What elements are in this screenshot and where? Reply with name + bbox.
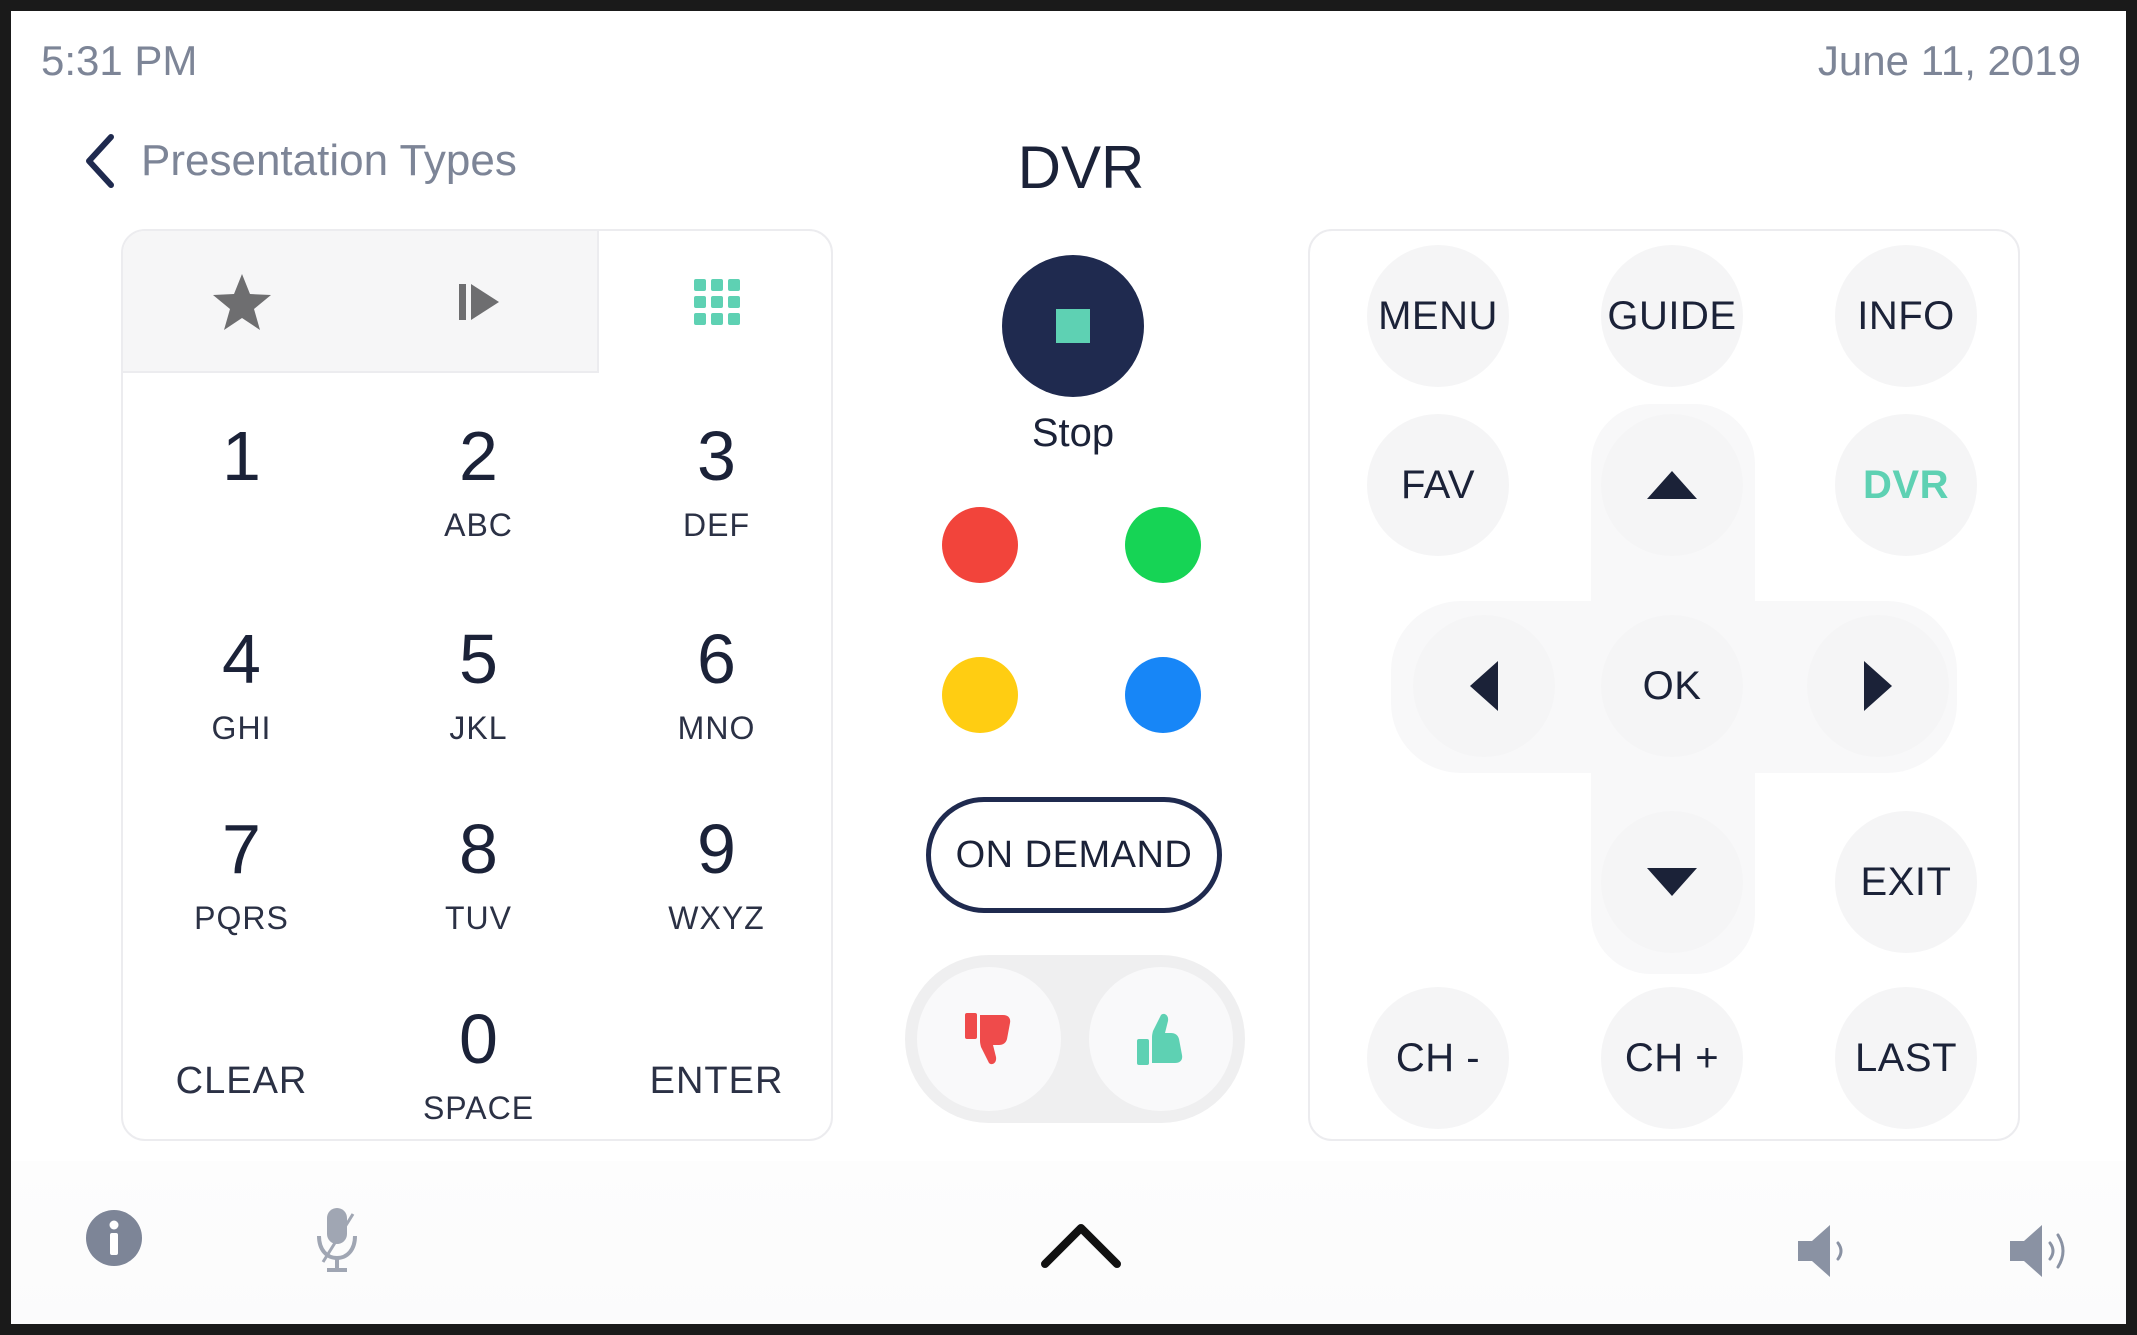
guide-button[interactable]: GUIDE [1601, 245, 1743, 387]
key-0[interactable]: 0 SPACE [360, 974, 597, 1126]
key-letters: SPACE [422, 1090, 535, 1126]
thumbs-down-icon [965, 1013, 1011, 1065]
status-date: June 11, 2019 [1817, 37, 2081, 84]
microphone-mute-button[interactable] [307, 1203, 367, 1277]
key-2[interactable]: 2 ABC [360, 391, 597, 543]
rating-toggle [905, 955, 1245, 1123]
dpad-right-button[interactable] [1807, 615, 1949, 757]
back-button[interactable]: Presentation Types [81, 131, 517, 191]
green-button[interactable] [1125, 507, 1201, 583]
volume-up-icon [2010, 1225, 2065, 1277]
dpad-left-button[interactable] [1413, 615, 1555, 757]
key-8[interactable]: 8 TUV [360, 784, 597, 936]
play-step-icon [458, 284, 499, 320]
arrow-right-icon [1864, 661, 1892, 711]
clear-label: CLEAR [175, 1060, 308, 1102]
expand-panel-button[interactable] [1033, 1217, 1129, 1273]
stop-button[interactable] [1002, 255, 1144, 397]
volume-down-button[interactable] [1791, 1221, 1861, 1281]
key-5[interactable]: 5 JKL [360, 594, 597, 746]
key-letters: MNO [677, 710, 756, 746]
thumbs-up-icon [1137, 1013, 1183, 1065]
key-letters: TUV [445, 900, 512, 936]
key-digit: 5 [459, 620, 498, 698]
key-digit: 3 [697, 417, 736, 495]
key-6[interactable]: 6 MNO [598, 594, 831, 746]
key-digit: 7 [222, 810, 261, 888]
key-9[interactable]: 9 WXYZ [598, 784, 831, 936]
channel-up-button[interactable]: CH + [1601, 987, 1743, 1129]
last-button[interactable]: LAST [1835, 987, 1977, 1129]
key-digit: 9 [697, 810, 736, 888]
tab-keypad[interactable] [599, 231, 831, 373]
menu-button[interactable]: MENU [1367, 245, 1509, 387]
stop-label: Stop [1031, 411, 1115, 455]
key-4[interactable]: 4 GHI [123, 594, 360, 746]
red-button[interactable] [942, 507, 1018, 583]
key-letters: DEF [683, 507, 750, 543]
on-demand-button[interactable]: ON DEMAND [926, 797, 1222, 913]
key-3[interactable]: 3 DEF [598, 391, 831, 543]
microphone-muted-icon [317, 1208, 357, 1272]
chevron-up-icon [1041, 1224, 1121, 1268]
channel-down-button[interactable]: CH - [1367, 987, 1509, 1129]
ok-button[interactable]: OK [1601, 615, 1743, 757]
key-digit: 1 [222, 417, 261, 495]
stop-icon [1056, 309, 1090, 343]
volume-up-button[interactable] [2005, 1221, 2075, 1281]
key-digit: 8 [459, 810, 498, 888]
dpad-up-button[interactable] [1601, 414, 1743, 556]
info-button[interactable]: INFO [1835, 245, 1977, 387]
key-1[interactable]: 1 [123, 391, 360, 541]
tab-favorites[interactable] [123, 231, 360, 373]
tab-playback[interactable] [360, 231, 597, 373]
star-icon [212, 274, 271, 330]
key-digit: 0 [459, 1000, 498, 1078]
enter-button[interactable]: ENTER [598, 974, 831, 1124]
fav-button[interactable]: FAV [1367, 414, 1509, 556]
arrow-left-icon [1470, 661, 1498, 711]
dvr-button[interactable]: DVR [1835, 414, 1977, 556]
page-title: DVR [1017, 134, 1145, 201]
yellow-button[interactable] [942, 657, 1018, 733]
back-label: Presentation Types [141, 136, 517, 185]
arrow-up-icon [1647, 471, 1697, 499]
keypad-panel: 1 2 ABC 3 DEF 4 GHI 5 JKL 6 MNO 7 PQRS 8… [121, 229, 833, 1141]
thumbs-down-button[interactable] [917, 967, 1061, 1111]
key-letters: ABC [444, 507, 513, 543]
key-letters: WXYZ [668, 900, 765, 936]
key-digit: 4 [222, 620, 261, 698]
grid-icon [694, 279, 740, 325]
arrow-down-icon [1647, 868, 1697, 896]
chevron-left-icon [86, 134, 114, 188]
key-letters: PQRS [194, 900, 289, 936]
key-letters: GHI [211, 710, 272, 746]
info-icon [86, 1210, 142, 1266]
enter-label: ENTER [649, 1060, 784, 1102]
clear-button[interactable]: CLEAR [123, 974, 360, 1124]
key-letters: JKL [449, 710, 508, 746]
key-digit: 2 [459, 417, 498, 495]
touch-panel-screen: 5:31 PM June 11, 2019 Presentation Types… [11, 11, 2126, 1324]
info-icon-button[interactable] [81, 1205, 147, 1271]
volume-down-icon [1798, 1225, 1843, 1277]
blue-button[interactable] [1125, 657, 1201, 733]
thumbs-up-button[interactable] [1089, 967, 1233, 1111]
exit-button[interactable]: EXIT [1835, 811, 1977, 953]
key-7[interactable]: 7 PQRS [123, 784, 360, 936]
dpad-down-button[interactable] [1601, 811, 1743, 953]
key-digit: 6 [697, 620, 736, 698]
status-time: 5:31 PM [41, 37, 198, 84]
